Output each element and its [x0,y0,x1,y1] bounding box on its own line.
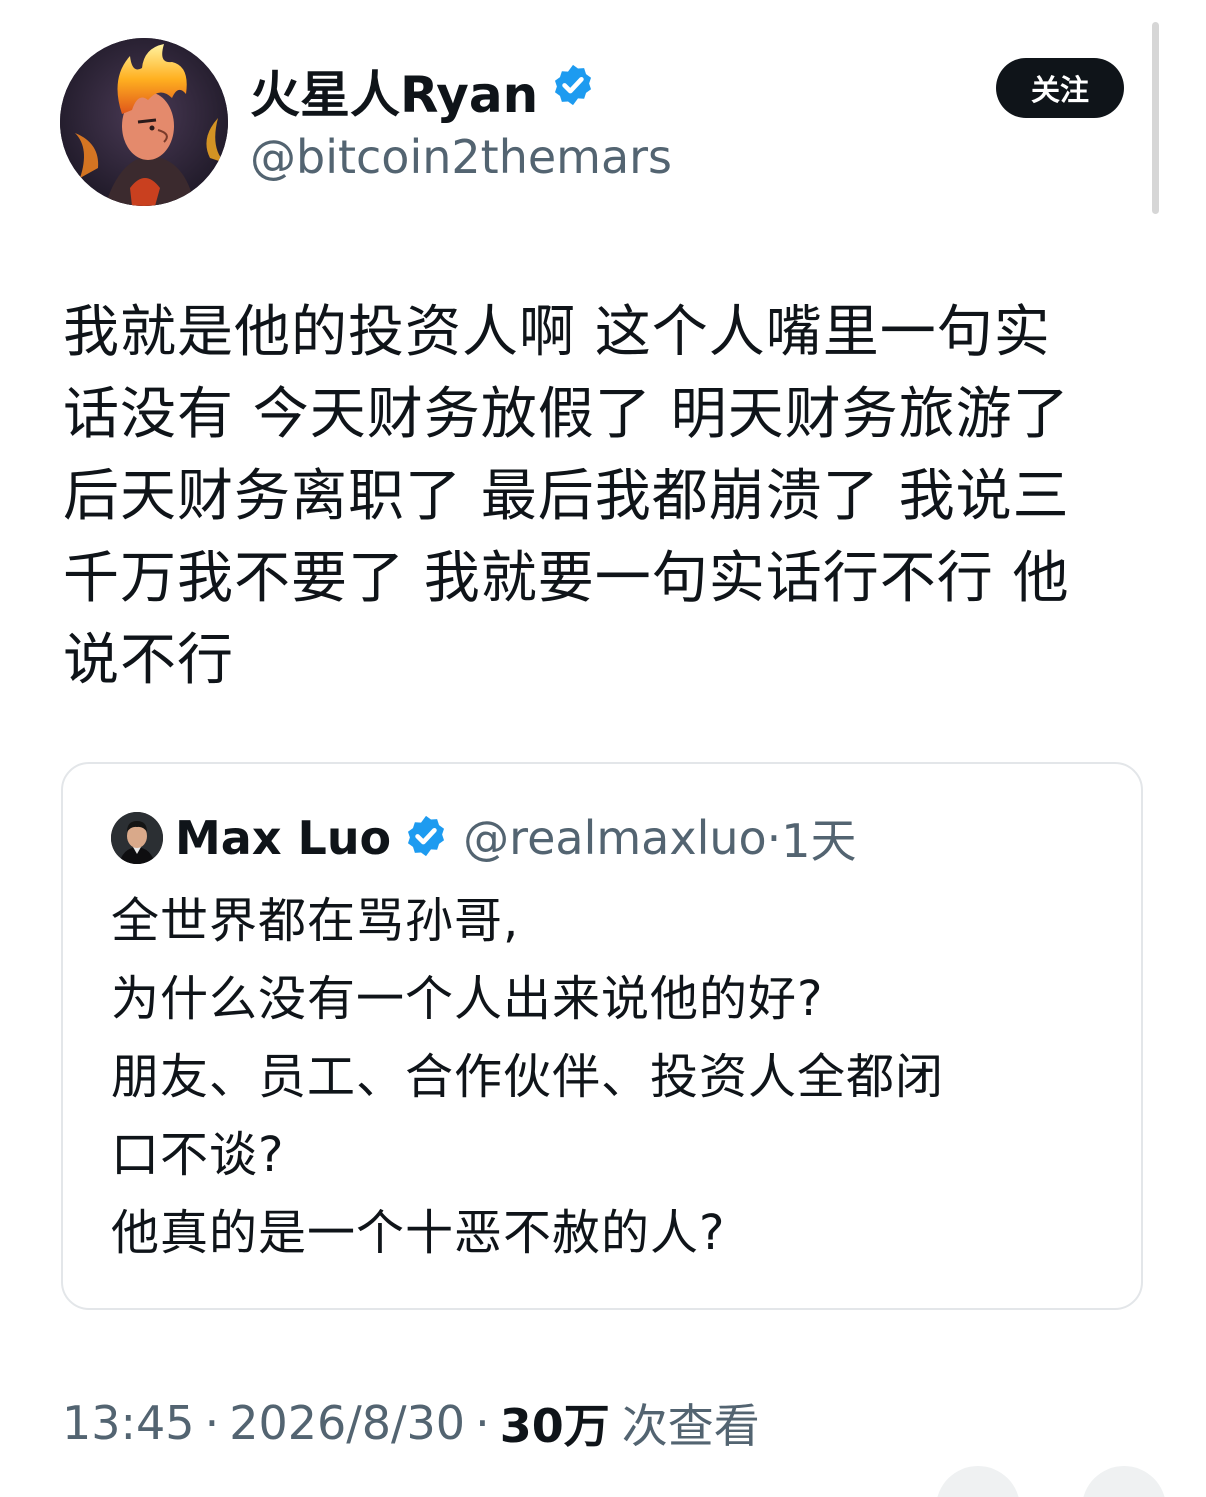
quoted-author-name[interactable]: Max Luo [175,811,391,865]
follow-button[interactable]: 关注 [996,58,1124,118]
tweet-text-line: 话没有 今天财务放假了 明天财务旅游了 [63,382,1070,447]
author-handle[interactable]: @bitcoin2themars [250,130,672,184]
quoted-text-line: 朋友、员工、合作伙伴、投资人全都闭 [111,1049,945,1105]
author-name-text: 火星人Ryan [250,66,539,124]
verified-badge-icon [403,813,449,863]
quoted-text-line: 他真的是一个十恶不赦的人? [111,1205,726,1261]
views-count[interactable]: 30万 [500,1390,610,1456]
separator-dot: · [204,1396,220,1450]
tweet-text-line: 后天财务离职了 最后我都崩溃了 我说三 [63,464,1070,529]
quoted-tweet-text: 全世界都在骂孙哥, 为什么没有一个人出来说他的好? 朋友、员工、合作伙伴、投资人… [111,882,1101,1272]
tweet-meta: 13:45 · 2026/8/30 · 30万 次查看 [62,1388,760,1458]
quoted-text-line: 全世界都在骂孙哥, [111,893,520,949]
quoted-text-line: 为什么没有一个人出来说他的好? [111,971,824,1027]
quoted-tweet-header: Max Luo @realmaxluo · 1天 [111,808,857,868]
verified-badge-icon [550,62,596,120]
tweet-detail-page: 火星人Ryan @bitcoin2themars 关注 我就是他的投资人啊 这个… [0,0,1206,1497]
tweet-text-line: 千万我不要了 我就要一句实话行不行 他 [63,546,1070,611]
floating-action-button[interactable] [1082,1466,1166,1497]
quoted-tweet-time[interactable]: 1天 [781,805,856,871]
tweet-date[interactable]: 2026/8/30 [229,1396,465,1450]
author-name[interactable]: 火星人Ryan [250,58,596,124]
quoted-author-avatar[interactable] [111,812,163,864]
quoted-author-handle[interactable]: @realmaxluo [463,811,766,865]
scrollbar[interactable] [1152,22,1159,214]
separator-dot: · [766,811,782,865]
tweet-text-line: 我就是他的投资人啊 这个人嘴里一句实 [63,300,1051,365]
quoted-tweet-card[interactable]: Max Luo @realmaxluo · 1天 全世界都在骂孙哥, 为什么没有… [61,762,1143,1310]
quoted-text-line: 口不谈? [111,1127,285,1183]
separator-dot: · [475,1396,490,1450]
views-label: 次查看 [621,1399,760,1453]
author-avatar[interactable] [60,38,228,206]
tweet-text: 我就是他的投资人啊 这个人嘴里一句实 话没有 今天财务放假了 明天财务旅游了 后… [63,292,1143,702]
tweet-text-line: 说不行 [63,628,234,693]
tweet-time[interactable]: 13:45 [62,1396,195,1450]
floating-action-button[interactable] [936,1466,1020,1497]
